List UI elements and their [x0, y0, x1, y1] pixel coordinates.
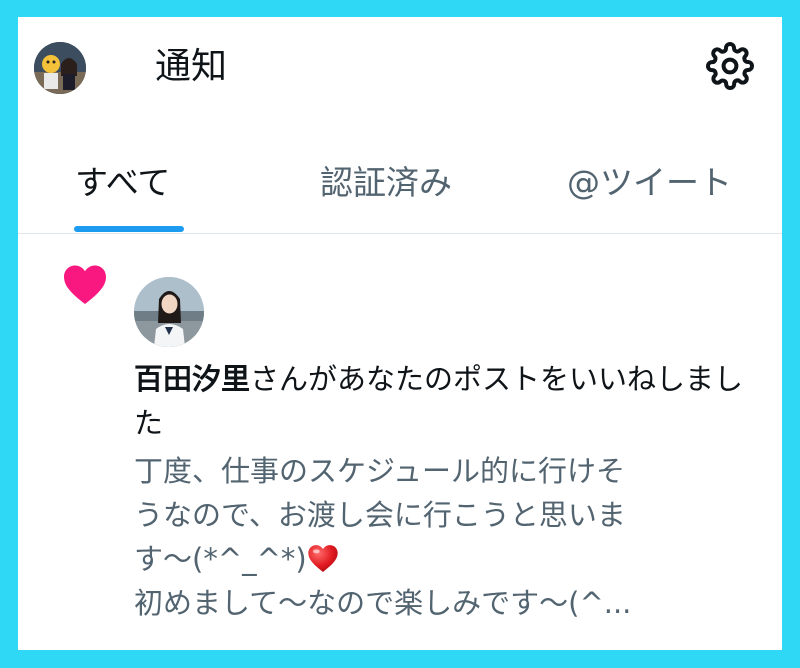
tab-mentions[interactable]: @ツイート [567, 161, 732, 205]
active-tab-indicator [74, 226, 184, 232]
preview-line: 丁度、仕事のスケジュール的に行けそ [134, 454, 625, 488]
heart-icon [64, 265, 106, 305]
user-avatar-image [134, 277, 204, 347]
profile-avatar[interactable] [34, 42, 86, 94]
tab-verified[interactable]: 認証済み [320, 161, 452, 205]
gear-icon[interactable] [706, 42, 754, 90]
notification-message: 百田汐里さんがあなたのポストをいいねしました [134, 357, 764, 445]
user-avatar-image [34, 42, 86, 94]
preview-line: 初めまして〜なので楽しみです〜(^... [134, 586, 632, 620]
post-preview: 丁度、仕事のスケジュール的に行けそ うなので、お渡し会に行こうと思いま す〜(*… [134, 449, 764, 625]
preview-line: うなので、お渡し会に行こうと思いま [134, 498, 626, 532]
preview-line: す〜(*^_^*) [134, 537, 764, 581]
notifications-screen: 通知 すべて 認証済み @ツイート 百田汐里さんがあなたのポストをいいねしました… [18, 17, 782, 650]
notification-tabs: すべて 認証済み @ツイート [18, 147, 782, 234]
notification-item[interactable]: 百田汐里さんがあなたのポストをいいねしました 丁度、仕事のスケジュール的に行けそ… [18, 233, 782, 650]
header: 通知 [18, 17, 782, 127]
tab-all[interactable]: すべて [75, 161, 170, 205]
page-title: 通知 [155, 46, 228, 87]
user-name[interactable]: 百田汐里 [134, 362, 250, 396]
avatar[interactable] [134, 277, 204, 347]
red-heart-emoji-icon [308, 545, 338, 572]
